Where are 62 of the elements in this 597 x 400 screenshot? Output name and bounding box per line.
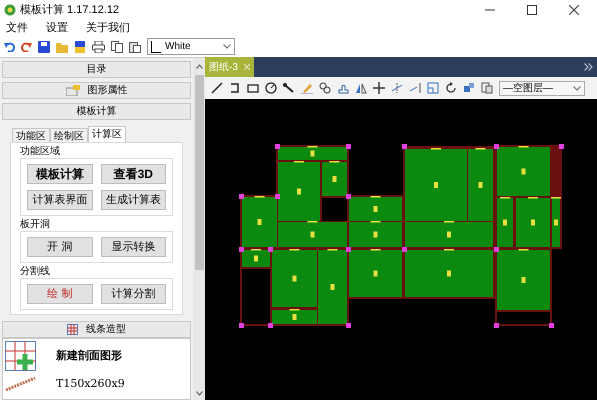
- line-tool-icon[interactable]: [211, 82, 223, 94]
- chevron-down-icon: [223, 44, 231, 49]
- close-icon[interactable]: [569, 5, 579, 15]
- paste-icon[interactable]: [129, 40, 141, 52]
- group-title: 分割线: [20, 266, 51, 278]
- rectangle-tool-icon[interactable]: [247, 82, 259, 94]
- drawing-canvas[interactable]: [205, 99, 597, 400]
- menu-item[interactable]: 设置: [46, 20, 68, 36]
- action-button[interactable]: 计算分割: [100, 284, 166, 304]
- frame-icon[interactable]: [427, 82, 439, 94]
- list-item-label[interactable]: 新建剖面图形: [56, 348, 122, 364]
- overflow-chevrons-icon[interactable]: [584, 63, 593, 71]
- redo-icon[interactable]: [21, 41, 32, 52]
- save-icon[interactable]: [38, 40, 50, 52]
- app-logo-icon: [4, 4, 16, 16]
- trim-icon[interactable]: [391, 82, 403, 94]
- action-button[interactable]: 生成计算表: [100, 190, 166, 210]
- pencil-icon[interactable]: [301, 82, 313, 94]
- section-header-button[interactable]: 线条造型: [2, 321, 191, 338]
- menu-item[interactable]: 关于我们: [86, 20, 130, 36]
- scrollbar[interactable]: [193, 58, 205, 400]
- section-header-button[interactable]: 图形属性: [2, 82, 191, 99]
- action-button[interactable]: 绘 制: [27, 284, 92, 304]
- new-section-icon: [5, 341, 36, 371]
- scrollbar-thumb[interactable]: [194, 75, 204, 270]
- chevron-down-icon: [573, 86, 581, 90]
- rotate-icon[interactable]: [445, 82, 457, 94]
- extend-icon[interactable]: [409, 82, 421, 94]
- action-button[interactable]: 模板计算: [27, 164, 92, 184]
- layer-dropdown[interactable]: —空图层—: [499, 80, 585, 96]
- chain-icon[interactable]: [319, 82, 331, 94]
- menu-item[interactable]: 文件: [6, 20, 28, 36]
- panel-tab[interactable]: 绘制区: [50, 128, 88, 143]
- grid-icon: [67, 324, 78, 335]
- panel-tab[interactable]: 计算区: [88, 126, 126, 143]
- group-title: 功能区域: [20, 146, 61, 158]
- group-title: 板开洞: [20, 219, 51, 231]
- scroll-up-icon[interactable]: [196, 64, 202, 69]
- color-dropdown[interactable]: White: [147, 38, 235, 55]
- action-button[interactable]: 计算表界面: [27, 190, 92, 210]
- action-button[interactable]: 开 洞: [27, 237, 92, 257]
- scroll-down-icon[interactable]: [196, 391, 202, 396]
- window-title: 模板计算 1.17.12.12: [20, 2, 120, 18]
- print-icon[interactable]: [92, 40, 105, 52]
- layers-icon[interactable]: [481, 82, 493, 94]
- maximize-icon[interactable]: [527, 5, 537, 15]
- circle-tool-icon[interactable]: [265, 82, 277, 94]
- section-header-button[interactable]: 模板计算: [2, 103, 191, 120]
- move-icon[interactable]: [373, 82, 385, 94]
- action-button[interactable]: 显示转换: [100, 237, 166, 257]
- copy-icon[interactable]: [111, 40, 123, 52]
- undo-icon[interactable]: [4, 41, 15, 52]
- list-item-label[interactable]: T150x260x9: [56, 376, 125, 392]
- action-button[interactable]: 查看3D: [100, 164, 166, 184]
- beam-profile-icon: [5, 377, 36, 391]
- save-as-icon[interactable]: [74, 40, 86, 52]
- mirror-icon[interactable]: [355, 82, 367, 94]
- section-header-button[interactable]: 目录: [2, 61, 191, 78]
- properties-icon: [66, 85, 80, 96]
- polyline-tool-icon[interactable]: [229, 82, 241, 94]
- panel-tab[interactable]: 功能区: [12, 128, 50, 143]
- line-swatch-icon: [151, 40, 161, 52]
